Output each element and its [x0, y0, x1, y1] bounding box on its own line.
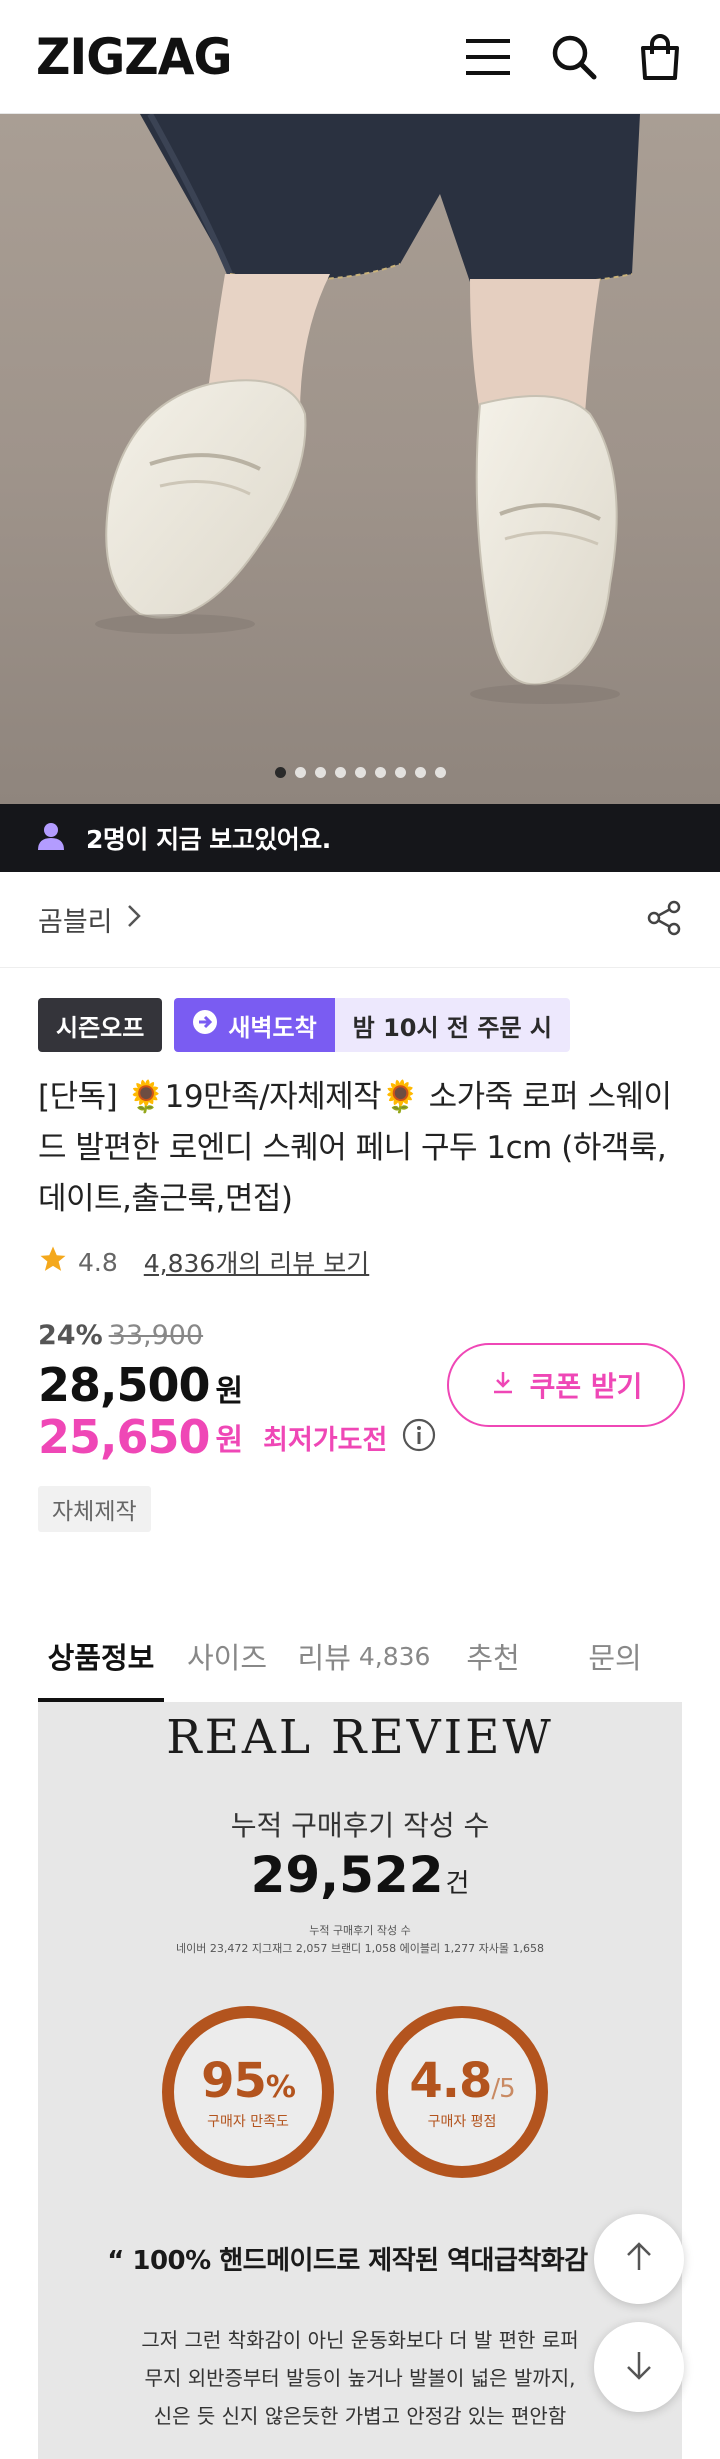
cumulative-count: 29,522 [250, 1846, 444, 1904]
original-price: 33,900 [108, 1320, 204, 1351]
carousel-dot[interactable] [414, 767, 426, 778]
arrow-down-icon [622, 2348, 656, 2386]
real-review-panel: REAL REVIEW 누적 구매후기 작성 수 29,522건 누적 구매후기… [38, 1702, 682, 2459]
tab-label: 문의 [588, 1641, 642, 1675]
carousel-dot[interactable] [274, 767, 286, 778]
carousel-dot[interactable] [394, 767, 406, 778]
zigzag-logo[interactable]: ZIGZAG [36, 28, 233, 86]
tab-label: 추천 [466, 1641, 520, 1675]
tab-label: 상품정보 [47, 1641, 155, 1675]
carousel-dot[interactable] [374, 767, 386, 778]
real-review-heading: REAL REVIEW [166, 1710, 554, 1765]
score-suffix: /5 [491, 2074, 515, 2104]
score-ring: 4.8/5 구매자 평점 [376, 2006, 548, 2178]
final-price-unit: 원 [215, 1423, 244, 1458]
share-icon[interactable] [646, 900, 682, 940]
tab-reviews[interactable]: 리뷰 4,836 [290, 1610, 438, 1702]
coupon-label: 쿠폰 받기 [529, 1370, 643, 1403]
discount-row: 24% 33,900 [38, 1320, 203, 1351]
arrow-up-icon [622, 2240, 656, 2278]
tab-size[interactable]: 사이즈 [164, 1610, 290, 1702]
scroll-top-button[interactable] [594, 2214, 684, 2304]
product-photo [0, 114, 720, 804]
small-label: 누적 구매후기 작성 수 [309, 1924, 411, 1937]
score-value-wrap: 4.8/5 [409, 2053, 515, 2109]
dawn-delivery-badge: 새벽도착 [174, 998, 335, 1052]
star-icon [38, 1244, 68, 1280]
carousel-dot[interactable] [434, 767, 446, 778]
satisfaction-label: 구매자 만족도 [207, 2114, 289, 2130]
tab-review-count: 4,836 [358, 1641, 431, 1671]
store-name: 곰블리 [38, 907, 113, 938]
tab-product-info[interactable]: 상품정보 [38, 1610, 164, 1702]
arrow-circle-icon [192, 1009, 218, 1041]
shopping-bag-icon[interactable] [636, 33, 684, 81]
carousel-dot[interactable] [354, 767, 366, 778]
store-row: 곰블리 [0, 872, 720, 968]
review-breakdown: 네이버 23,472 지그재그 2,057 브랜디 1,058 에이블리 1,2… [176, 1942, 544, 1955]
product-title: [단독] 🌻19만족/자체제작🌻 소가죽 로퍼 스웨이드 발편한 로엔디 스퀘어… [38, 1079, 672, 1217]
tab-inquiry[interactable]: 문의 [548, 1610, 682, 1702]
season-off-badge: 시즌오프 [38, 998, 163, 1052]
menu-icon[interactable] [464, 33, 512, 81]
description-line: 무지 외반증부터 발등이 높거나 발볼이 넓은 발까지, [144, 2366, 576, 2390]
product-tabs: 상품정보 사이즈 리뷰 4,836 추천 문의 [38, 1610, 682, 1702]
satisfaction-value-wrap: 95% [201, 2053, 296, 2109]
tab-recommend[interactable]: 추천 [438, 1610, 548, 1702]
cumulative-unit: 건 [445, 1869, 470, 1899]
tab-label: 사이즈 [186, 1641, 268, 1675]
price-row: 28,500 원 [38, 1358, 243, 1412]
review-link[interactable]: 4,836개의 리뷰 보기 [144, 1244, 369, 1280]
discount-rate: 24% [38, 1320, 103, 1351]
header-icons [464, 33, 684, 81]
get-coupon-button[interactable]: 쿠폰 받기 [447, 1343, 685, 1427]
live-viewers-bar: 2명이 지금 보고있어요. [0, 804, 720, 872]
satisfaction-ring: 95% 구매자 만족도 [162, 2006, 334, 2178]
final-price-label: 최저가도전 [263, 1424, 388, 1456]
product-image-carousel[interactable] [0, 114, 720, 804]
order-cutoff-badge: 밤 10시 전 주문 시 [334, 998, 570, 1052]
final-price: 25,650 [38, 1410, 211, 1464]
store-link[interactable]: 곰블리 [38, 900, 141, 939]
cumulative-value: 29,522건 [38, 1846, 682, 1904]
dawn-delivery-label: 새벽도착 [228, 1013, 317, 1042]
carousel-dot[interactable] [314, 767, 326, 778]
price-unit: 원 [215, 1374, 244, 1409]
scroll-bottom-button[interactable] [594, 2322, 684, 2412]
carousel-indicator [0, 767, 720, 778]
tab-label: 리뷰 [297, 1641, 351, 1675]
viewers-text: 2명이 지금 보고있어요. [86, 825, 331, 854]
cumulative-label: 누적 구매후기 작성 수 [230, 1809, 490, 1842]
sale-price: 28,500 [38, 1358, 211, 1412]
app-header: ZIGZAG [0, 0, 720, 114]
handmade-quote: “ 100% 핸드메이드로 제작된 역대급착화감 ” [107, 2246, 613, 2276]
carousel-dot[interactable] [294, 767, 306, 778]
carousel-dot[interactable] [334, 767, 346, 778]
score-value: 4.8 [409, 2053, 492, 2109]
person-icon [36, 821, 66, 855]
final-price-row: 25,650 원 최저가도전 [38, 1410, 437, 1464]
download-icon [490, 1369, 516, 1402]
score-label: 구매자 평점 [427, 2114, 497, 2130]
info-icon[interactable] [401, 1417, 437, 1457]
delivery-badges: 시즌오프 새벽도착 밤 10시 전 주문 시 [38, 998, 570, 1052]
satisfaction-unit: % [265, 2070, 296, 2105]
description-line: 그저 그런 착화감이 아닌 운동화보다 더 발 편한 로퍼 [141, 2328, 579, 2352]
satisfaction-value: 95 [201, 2053, 267, 2109]
search-icon[interactable] [550, 33, 598, 81]
description-line: 신은 듯 신지 않은듯한 가볍고 안정감 있는 편안함 [153, 2404, 567, 2428]
rating-row: 4.8 4,836개의 리뷰 보기 [38, 1244, 369, 1280]
chevron-right-icon [127, 904, 141, 935]
rating-value: 4.8 [78, 1247, 118, 1277]
self-made-tag: 자체제작 [38, 1486, 151, 1532]
